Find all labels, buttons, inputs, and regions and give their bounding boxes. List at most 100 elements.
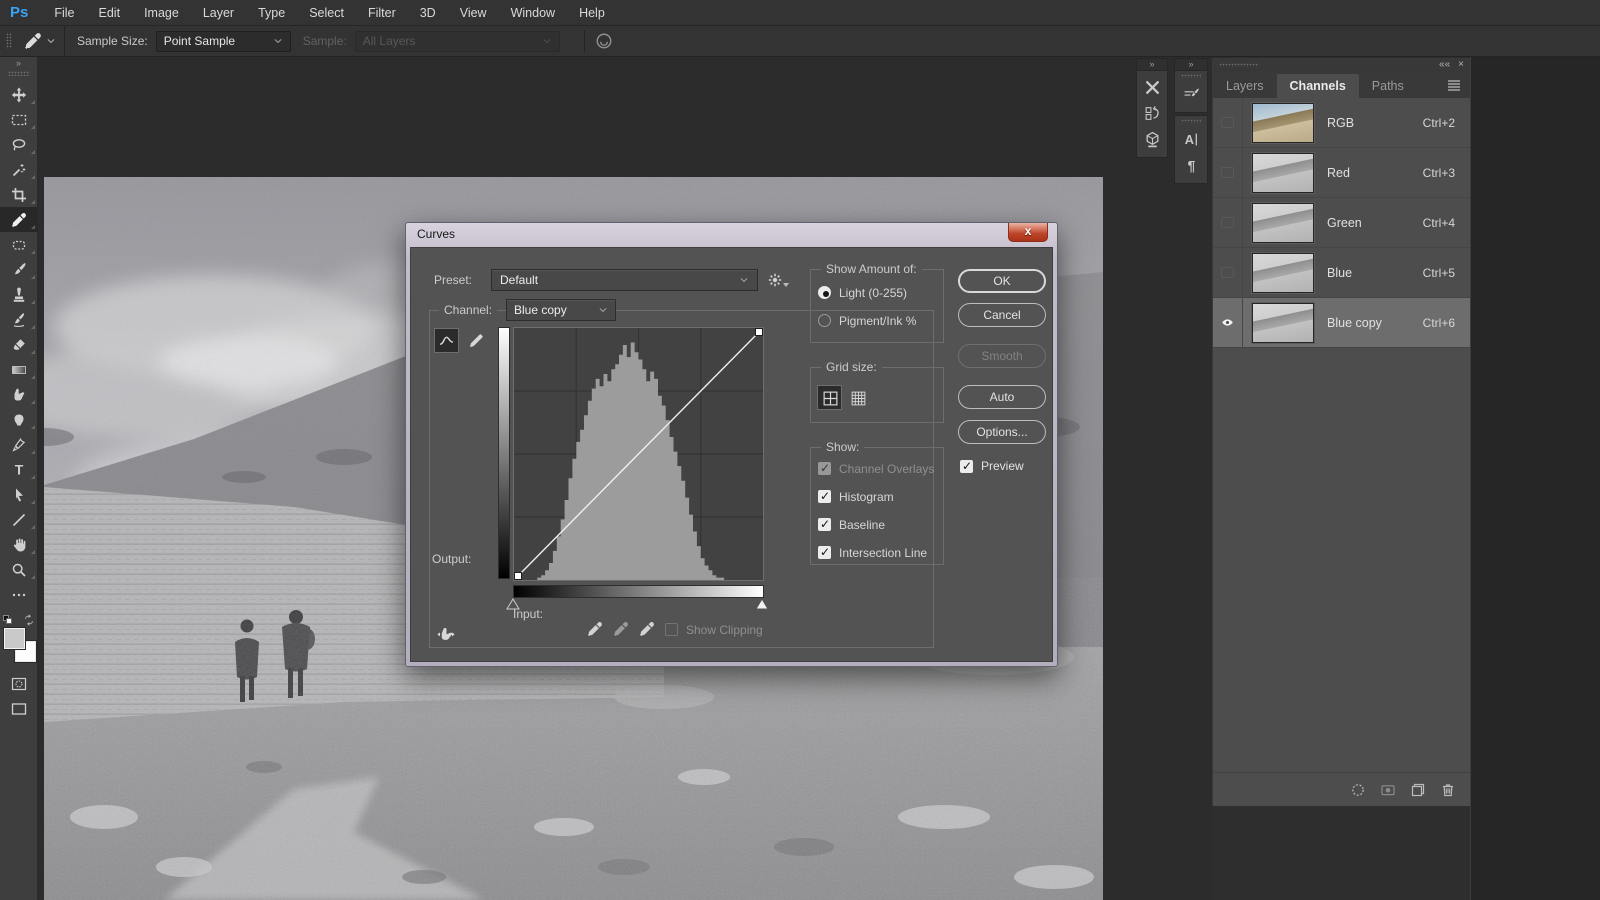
3d-panel-icon[interactable]	[1139, 127, 1165, 151]
visibility-toggle[interactable]	[1213, 98, 1243, 147]
dialog-title[interactable]: Curves	[417, 227, 455, 241]
menu-item[interactable]: Type	[246, 0, 297, 26]
channel-dropdown[interactable]: Blue copy	[506, 299, 616, 321]
sample-size-dropdown[interactable]: Point Sample	[156, 31, 291, 52]
magic-wand-tool[interactable]	[0, 157, 38, 182]
visibility-toggle[interactable]	[1213, 198, 1243, 247]
show-checkbox[interactable]: Intersection Line	[818, 545, 934, 560]
show-clipping-checkbox[interactable]: Show Clipping	[665, 622, 763, 637]
menu-item[interactable]: Edit	[87, 0, 133, 26]
history-panel-icon[interactable]	[1139, 101, 1165, 125]
Layers[interactable]: Layers	[1213, 74, 1277, 98]
current-tool-button[interactable]	[20, 26, 65, 56]
channel-row[interactable]: Blue Ctrl+5	[1213, 248, 1470, 298]
collapsed-panel-column-2: » A¶	[1174, 58, 1208, 184]
channel-row[interactable]: Green Ctrl+4	[1213, 198, 1470, 248]
menu-item[interactable]: Image	[132, 0, 191, 26]
dialog-close-button[interactable]: x	[1008, 223, 1048, 242]
tool-presets-panel-icon[interactable]	[1139, 75, 1165, 99]
visibility-toggle[interactable]	[1213, 248, 1243, 297]
menu-item[interactable]: Layer	[191, 0, 246, 26]
brush-tool[interactable]	[0, 257, 38, 282]
set-gray-point-eyedropper-icon[interactable]	[613, 619, 629, 639]
type-tool[interactable]: T	[0, 457, 38, 482]
preview-checkbox[interactable]: Preview	[960, 459, 1024, 473]
show-checkbox[interactable]: Histogram	[818, 489, 934, 504]
menu-item[interactable]: Select	[297, 0, 356, 26]
character-panel-icon[interactable]: A	[1178, 127, 1204, 151]
preset-dropdown[interactable]: Default	[491, 269, 758, 291]
cancel-button[interactable]: Cancel	[958, 303, 1046, 327]
panel-menu-icon[interactable]	[1446, 77, 1462, 93]
load-channel-as-selection-icon[interactable]	[1350, 782, 1366, 798]
new-channel-icon[interactable]	[1410, 782, 1426, 798]
toolbar-grip[interactable]	[8, 71, 30, 76]
visibility-toggle[interactable]	[1213, 148, 1243, 197]
lasso-tool[interactable]	[0, 132, 38, 157]
eyedropper-tool[interactable]	[0, 207, 38, 232]
screen-mode-button[interactable]	[0, 696, 38, 721]
detailed-grid-button[interactable]	[845, 385, 870, 410]
hand-tool[interactable]	[0, 532, 38, 557]
Channels[interactable]: Channels	[1277, 74, 1359, 98]
channel-row[interactable]: Blue copy Ctrl+6	[1213, 298, 1470, 348]
simple-grid-button[interactable]	[817, 385, 842, 410]
sampling-ring-icon[interactable]	[595, 32, 613, 50]
save-selection-as-channel-icon[interactable]	[1380, 782, 1396, 798]
path-selection-tool[interactable]	[0, 482, 38, 507]
rectangular-marquee-tool[interactable]	[0, 107, 38, 132]
curve-grid[interactable]	[513, 327, 764, 581]
show-checkbox[interactable]: Baseline	[818, 517, 934, 532]
preview-label: Preview	[981, 459, 1024, 473]
ok-button[interactable]: OK	[958, 269, 1046, 293]
gradient-tool[interactable]	[0, 357, 38, 382]
menu-item[interactable]: 3D	[408, 0, 448, 26]
paragraph-panel-icon[interactable]: ¶	[1178, 153, 1204, 177]
swap-colors-icon[interactable]	[23, 614, 35, 626]
menu-item[interactable]: File	[42, 0, 86, 26]
burn-tool[interactable]	[0, 407, 38, 432]
default-colors-icon[interactable]	[3, 615, 13, 625]
menu-item[interactable]: Window	[499, 0, 567, 26]
channel-row[interactable]: RGB Ctrl+2	[1213, 98, 1470, 148]
move-tool[interactable]	[0, 82, 38, 107]
smudge-tool[interactable]	[0, 382, 38, 407]
channel-row[interactable]: Red Ctrl+3	[1213, 148, 1470, 198]
expand-panels-chevrons[interactable]: »	[1136, 58, 1168, 70]
point-curve-button[interactable]	[434, 328, 459, 353]
auto-button[interactable]: Auto	[958, 385, 1046, 409]
eraser-tool[interactable]	[0, 332, 38, 357]
set-white-point-eyedropper-icon[interactable]	[639, 619, 655, 639]
menu-item[interactable]: Filter	[356, 0, 408, 26]
visibility-toggle[interactable]	[1213, 298, 1243, 347]
foreground-color-swatch[interactable]	[4, 628, 25, 649]
amount-radio[interactable]: Light (0-255)	[818, 285, 916, 300]
pen-tool[interactable]	[0, 432, 38, 457]
panel-grip[interactable]	[1219, 63, 1259, 67]
zoom-tool[interactable]	[0, 557, 38, 582]
white-point-slider[interactable]	[755, 598, 769, 610]
Paths[interactable]: Paths	[1359, 74, 1417, 98]
collapse-chevrons-icon[interactable]: ««	[1439, 59, 1450, 71]
close-icon[interactable]: ×	[1458, 59, 1464, 71]
targeted-adjustment-icon[interactable]	[435, 624, 457, 644]
line-tool[interactable]	[0, 507, 38, 532]
delete-channel-icon[interactable]	[1440, 782, 1456, 798]
spot-healing-brush-tool[interactable]	[0, 232, 38, 257]
show-checkbox[interactable]: Channel Overlays	[818, 461, 934, 476]
options-button[interactable]: Options...	[958, 420, 1046, 444]
menu-item[interactable]: Help	[567, 0, 617, 26]
crop-tool[interactable]	[0, 182, 38, 207]
toolbar-collapse-chevrons[interactable]: »	[0, 57, 37, 69]
edit-toolbar[interactable]	[0, 582, 38, 607]
clone-stamp-tool[interactable]	[0, 282, 38, 307]
brush-settings-panel-icon[interactable]	[1178, 82, 1204, 106]
history-brush-tool[interactable]	[0, 307, 38, 332]
pencil-curve-button[interactable]	[462, 328, 487, 353]
expand-panels-chevrons[interactable]: »	[1174, 58, 1208, 70]
set-black-point-eyedropper-icon[interactable]	[587, 619, 603, 639]
amount-radio[interactable]: Pigment/Ink %	[818, 313, 916, 328]
menu-item[interactable]: View	[448, 0, 499, 26]
preset-options-gear-icon[interactable]	[767, 272, 783, 288]
quick-mask-button[interactable]	[0, 671, 38, 696]
